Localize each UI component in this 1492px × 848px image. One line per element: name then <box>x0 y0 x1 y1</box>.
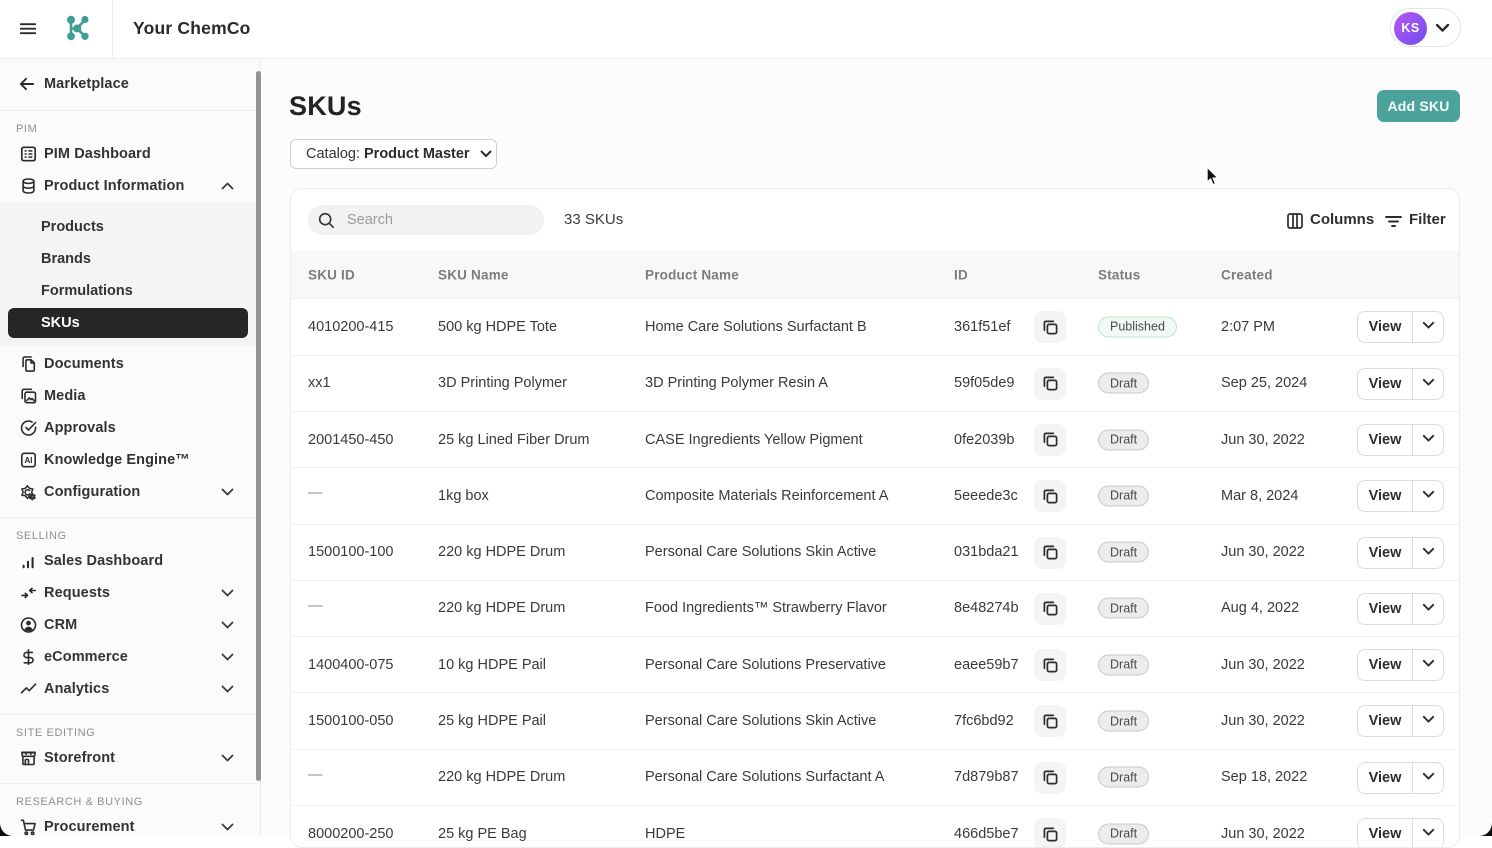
svg-text:AI: AI <box>25 456 33 465</box>
